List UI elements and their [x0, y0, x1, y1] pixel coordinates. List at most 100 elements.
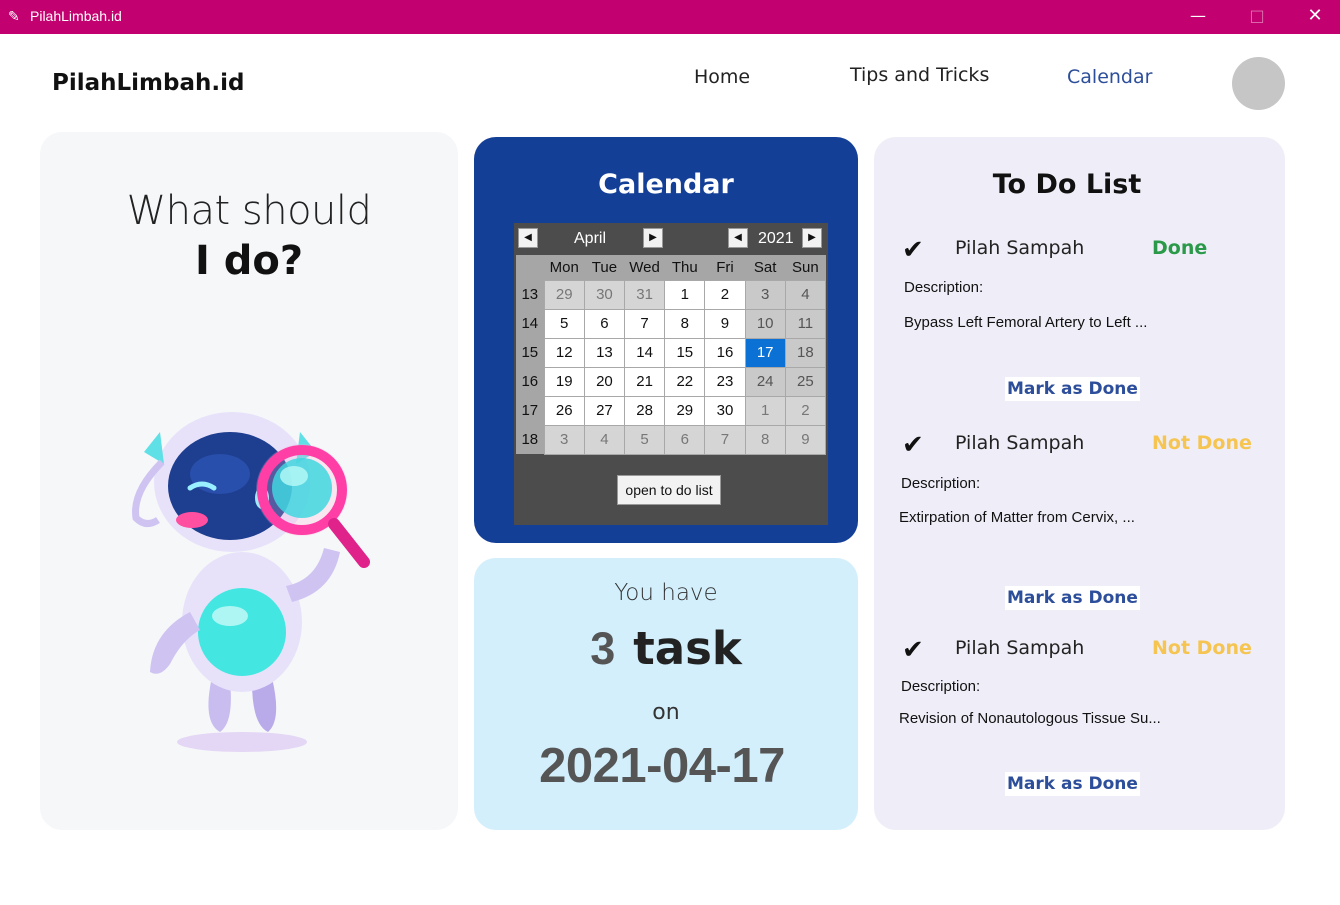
nav-tips-link[interactable]: Tips and Tricks	[850, 64, 989, 86]
week-number: 13	[516, 280, 545, 309]
day-cell[interactable]: 9	[704, 308, 746, 339]
todo-title: To Do List	[992, 169, 1142, 200]
description-text: Revision of Nonautologous Tissue Su...	[899, 710, 1161, 727]
window-titlebar: ✎ PilahLimbah.id — □ ✕	[0, 0, 1340, 34]
month-label: April	[574, 230, 607, 247]
day-cell[interactable]: 11	[784, 308, 827, 339]
prev-month-button[interactable]: ◀	[518, 228, 538, 248]
question-line-2: I do?	[194, 238, 304, 284]
description-text: Extirpation of Matter from Cervix, ...	[899, 509, 1135, 526]
day-cell[interactable]: 6	[664, 424, 706, 455]
close-button[interactable]: ✕	[1292, 0, 1338, 34]
weekday-header: Sat	[745, 255, 786, 280]
checkmark-icon: ✔	[902, 635, 924, 665]
task-name: Pilah Sampah	[955, 432, 1085, 454]
mark-as-done-button[interactable]: Mark as Done	[1005, 377, 1140, 401]
week-number: 16	[516, 367, 545, 396]
day-cell[interactable]: 28	[623, 395, 666, 426]
question-panel: What should I do?	[40, 132, 458, 830]
weekday-header: Wed	[624, 255, 665, 280]
robot-illustration	[132, 412, 370, 752]
day-cell[interactable]: 22	[664, 366, 706, 397]
checkmark-icon: ✔	[902, 430, 924, 460]
week-number: 15	[516, 338, 545, 367]
todo-panel: To Do List ✔ Pilah Sampah Done Descripti…	[874, 137, 1285, 830]
day-cell[interactable]: 8	[744, 424, 786, 455]
nav-calendar-link[interactable]: Calendar	[1067, 66, 1152, 88]
date-picker: ◀ April ▶ ◀ 2021 ▶ Mon Tue Wed Thu Fri S…	[514, 223, 828, 525]
week-number-header	[516, 255, 545, 280]
day-cell[interactable]: 13	[583, 337, 626, 368]
brand-logo[interactable]: PilahLimbah.id	[52, 70, 244, 96]
feather-icon: ✎	[8, 9, 20, 25]
day-cell[interactable]: 21	[623, 366, 666, 397]
day-cell[interactable]: 31	[623, 279, 666, 310]
mark-as-done-button[interactable]: Mark as Done	[1005, 586, 1140, 610]
day-cell[interactable]: 6	[583, 308, 626, 339]
day-cell[interactable]: 1	[744, 395, 786, 426]
description-label: Description:	[901, 678, 981, 695]
weekday-header: Sun	[785, 255, 826, 280]
day-cell[interactable]: 29	[664, 395, 706, 426]
day-cell[interactable]: 18	[784, 337, 827, 368]
day-cell[interactable]: 30	[583, 279, 626, 310]
day-cell[interactable]: 25	[784, 366, 827, 397]
day-cell[interactable]: 3	[543, 424, 585, 455]
next-month-button[interactable]: ▶	[643, 228, 663, 248]
week-number: 18	[516, 425, 545, 454]
task-count-line: 3 task	[474, 622, 858, 675]
you-have-label: You have	[614, 580, 718, 606]
day-cell[interactable]: 5	[543, 308, 585, 339]
task-summary-panel: You have 3 task on 2021-04-17	[474, 558, 858, 830]
week-number: 14	[516, 309, 545, 338]
day-cell[interactable]: 26	[543, 395, 585, 426]
task-name: Pilah Sampah	[955, 637, 1085, 659]
day-cell[interactable]: 23	[704, 366, 746, 397]
day-cell[interactable]: 29	[543, 279, 585, 310]
weekday-header: Fri	[704, 255, 746, 280]
day-cell[interactable]: 4	[784, 279, 827, 310]
task-name: Pilah Sampah	[955, 237, 1085, 259]
day-cell[interactable]: 4	[583, 424, 626, 455]
description-label: Description:	[904, 279, 984, 296]
description-text: Bypass Left Femoral Artery to Left ...	[904, 314, 1148, 331]
day-cell[interactable]: 24	[744, 366, 786, 397]
date-picker-header: ◀ April ▶ ◀ 2021 ▶	[514, 223, 828, 255]
day-cell[interactable]: 20	[583, 366, 626, 397]
day-cell[interactable]: 2	[784, 395, 827, 426]
day-cell[interactable]: 19	[543, 366, 585, 397]
day-cell[interactable]: 9	[784, 424, 827, 455]
todo-item: ✔ Pilah Sampah Done Description: Bypass …	[874, 235, 1285, 425]
day-cell[interactable]: 7	[623, 308, 666, 339]
weekday-header: Thu	[664, 255, 705, 280]
mark-as-done-button[interactable]: Mark as Done	[1005, 772, 1140, 796]
day-cell[interactable]: 27	[583, 395, 626, 426]
day-cell[interactable]: 15	[664, 337, 706, 368]
day-cell[interactable]: 5	[623, 424, 666, 455]
day-cell[interactable]: 8	[664, 308, 706, 339]
selected-day-cell[interactable]: 17	[744, 337, 786, 368]
day-cell[interactable]: 30	[704, 395, 746, 426]
day-cell[interactable]: 10	[744, 308, 786, 339]
nav-home-link[interactable]: Home	[694, 66, 750, 88]
day-cell[interactable]: 14	[623, 337, 666, 368]
calendar-panel: Calendar ◀ April ▶ ◀ 2021 ▶ Mon Tue Wed …	[474, 137, 858, 543]
year-label: 2021	[758, 230, 794, 247]
day-cell[interactable]: 12	[543, 337, 585, 368]
todo-item: ✔ Pilah Sampah Not Done Description: Ext…	[874, 430, 1285, 620]
open-todo-list-button[interactable]: open to do list	[617, 475, 721, 505]
day-cell[interactable]: 3	[744, 279, 786, 310]
day-cell[interactable]: 16	[704, 337, 746, 368]
minimize-button[interactable]: —	[1175, 0, 1221, 34]
day-cell[interactable]: 2	[704, 279, 746, 310]
day-cell[interactable]: 1	[664, 279, 706, 310]
next-year-button[interactable]: ▶	[802, 228, 822, 248]
weekday-header: Mon	[544, 255, 585, 280]
avatar[interactable]	[1232, 57, 1285, 110]
maximize-button[interactable]: □	[1234, 0, 1280, 34]
status-badge: Not Done	[1152, 432, 1252, 454]
weekday-header: Tue	[584, 255, 625, 280]
calendar-grid: Mon Tue Wed Thu Fri Sat Sun 13 29 30 31 …	[516, 255, 827, 455]
prev-year-button[interactable]: ◀	[728, 228, 748, 248]
day-cell[interactable]: 7	[704, 424, 746, 455]
